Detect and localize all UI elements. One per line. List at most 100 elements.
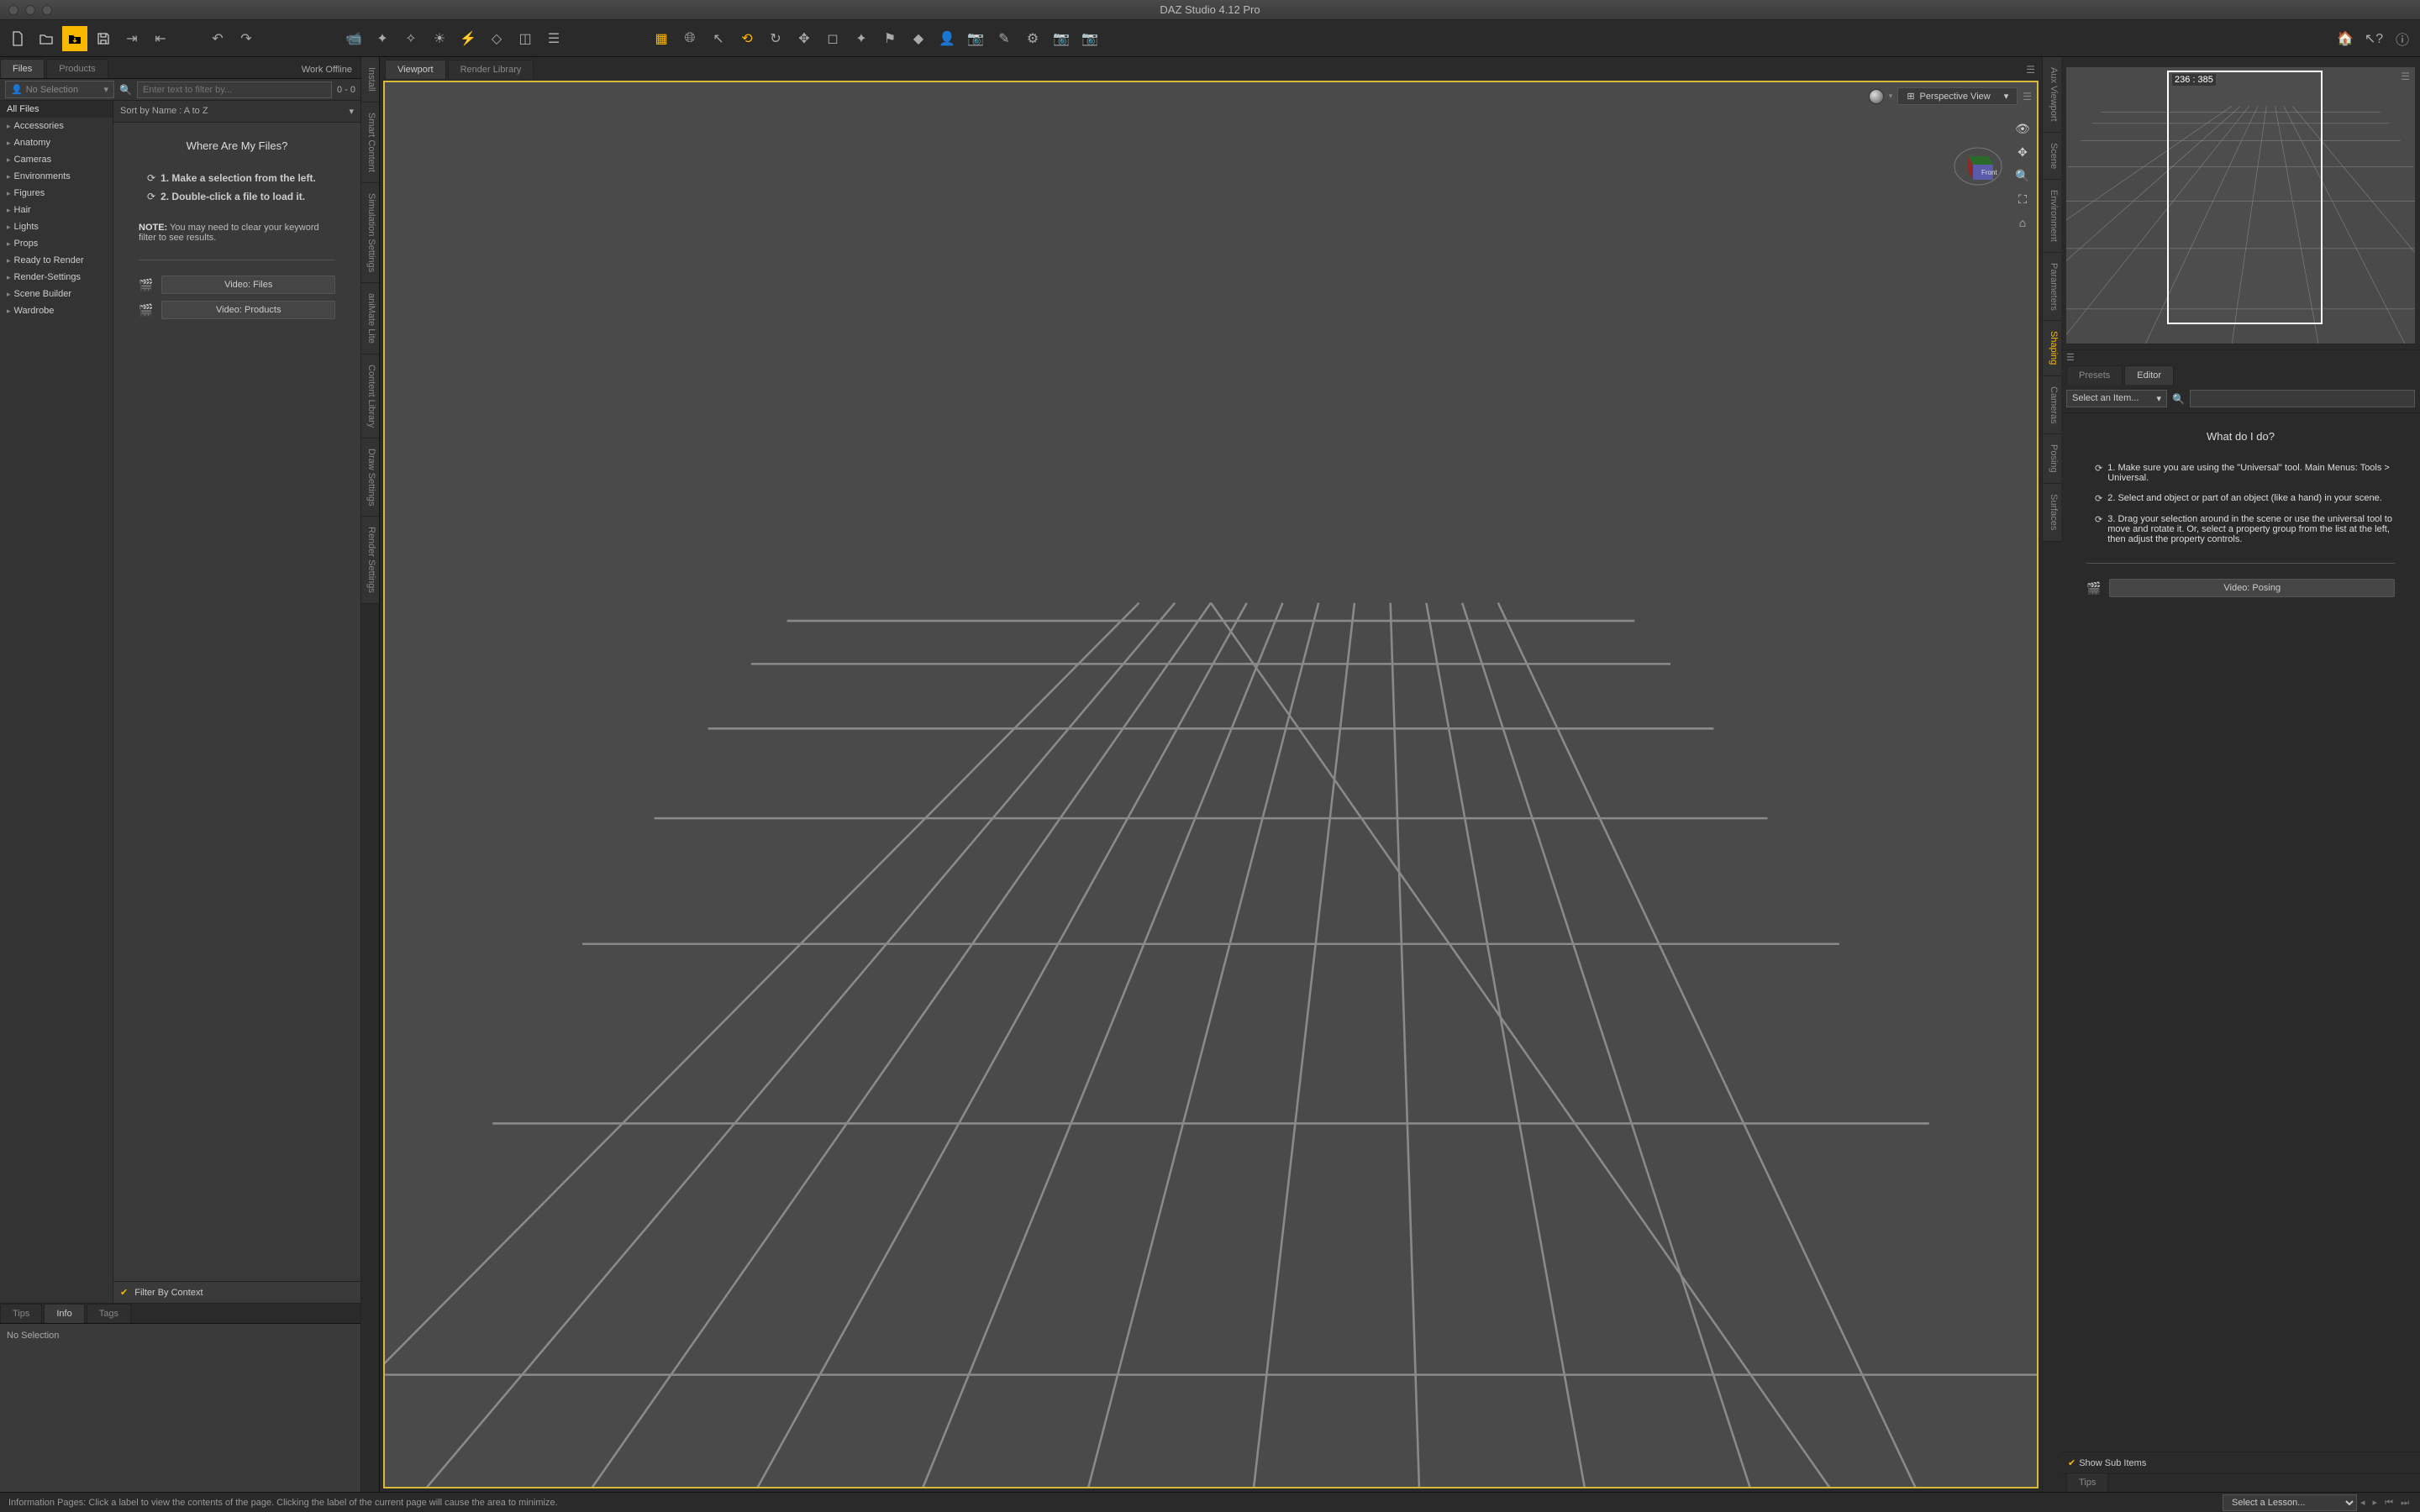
redo-icon[interactable]: ↷	[234, 26, 259, 51]
tab-editor[interactable]: Editor	[2124, 365, 2174, 385]
camera-tool-icon[interactable]: 📹	[341, 26, 366, 51]
view-cube[interactable]: Front	[1953, 141, 2003, 192]
param-handle-icon[interactable]: ☰	[2061, 350, 2420, 365]
work-offline-button[interactable]: Work Offline	[293, 61, 360, 78]
vtab-scene[interactable]: Scene	[2043, 133, 2061, 180]
spot-light-icon[interactable]: ✦	[370, 26, 395, 51]
import-icon[interactable]: ⇥	[119, 26, 145, 51]
vtab-aux-viewport[interactable]: Aux Viewport	[2043, 57, 2061, 133]
render-settings-icon[interactable]: 📷	[1049, 26, 1074, 51]
category-item[interactable]: Anatomy	[0, 134, 113, 151]
sort-row[interactable]: Sort by Name : A to Z▾	[113, 101, 360, 123]
new-file-icon[interactable]	[5, 26, 30, 51]
pan-icon[interactable]: ✥	[2013, 143, 2032, 161]
lesson-selector[interactable]: Select a Lesson... ◂ ▸ ⏮ ⏭	[2223, 1494, 2412, 1511]
export-icon[interactable]: ⇤	[148, 26, 173, 51]
null-icon[interactable]: ◇	[484, 26, 509, 51]
filter-input[interactable]	[137, 81, 332, 98]
grid-tool-icon[interactable]: ▦	[649, 26, 674, 51]
scale-tool-icon[interactable]: ◻	[820, 26, 845, 51]
vtab-surfaces[interactable]: Surfaces	[2043, 484, 2061, 541]
tab-tags[interactable]: Tags	[87, 1304, 131, 1323]
all-files-header[interactable]: All Files	[0, 101, 113, 118]
ipick-tool-icon[interactable]: ✎	[992, 26, 1017, 51]
category-item[interactable]: Scene Builder	[0, 286, 113, 302]
distant-light-icon[interactable]: ✧	[398, 26, 424, 51]
lesson-nav-icons[interactable]: ◂ ▸ ⏮ ⏭	[2360, 1497, 2412, 1509]
drawstyle-sphere-icon[interactable]	[1869, 89, 1884, 104]
tab-products[interactable]: Products	[46, 59, 108, 78]
panel-options-icon[interactable]: ☰	[2023, 91, 2032, 102]
linear-light-icon[interactable]: ⚡	[455, 26, 481, 51]
globe-tool-icon[interactable]: 🌐︎	[677, 26, 702, 51]
primitive-icon[interactable]: ◫	[513, 26, 538, 51]
aux-menu-icon[interactable]: ☰	[2401, 71, 2410, 82]
category-item[interactable]: Ready to Render	[0, 252, 113, 269]
help-pointer-icon[interactable]: ↖?	[2361, 26, 2386, 51]
universal-tool-icon[interactable]: ✦	[849, 26, 874, 51]
video-posing-button[interactable]: Video: Posing	[2109, 579, 2395, 597]
undo-icon[interactable]: ↶	[205, 26, 230, 51]
vtab-cameras[interactable]: Cameras	[2043, 376, 2061, 435]
vtab-smart-content[interactable]: Smart Content	[361, 102, 379, 183]
video-products-button[interactable]: Video: Products	[161, 301, 335, 319]
param-search-input[interactable]	[2190, 390, 2415, 407]
category-item[interactable]: Render-Settings	[0, 269, 113, 286]
vtab-content-library[interactable]: Content Library	[361, 354, 379, 438]
video-files-button[interactable]: Video: Files	[161, 276, 335, 294]
category-item[interactable]: Hair	[0, 202, 113, 218]
geometry-tool-icon[interactable]: ⚙	[1020, 26, 1045, 51]
vtab-posing[interactable]: Posing	[2043, 434, 2061, 484]
tab-info[interactable]: Info	[44, 1304, 84, 1323]
tab-tips-right[interactable]: Tips	[2066, 1473, 2108, 1492]
zoom-dot[interactable]	[42, 5, 52, 15]
category-item[interactable]: Props	[0, 235, 113, 252]
category-item[interactable]: Lights	[0, 218, 113, 235]
tab-tips[interactable]: Tips	[0, 1304, 42, 1323]
show-sub-items[interactable]: Show Sub Items	[2061, 1452, 2420, 1473]
reset-view-icon[interactable]: ⌂	[2013, 213, 2032, 232]
vtab-simulation-settings[interactable]: Simulation Settings	[361, 183, 379, 283]
view-dropdown[interactable]: ⊞Perspective View▾	[1897, 87, 2018, 105]
group-icon[interactable]: ☰	[541, 26, 566, 51]
panel-menu-icon[interactable]: ☰	[2019, 60, 2042, 79]
aux-viewport[interactable]: 236 : 385 ☰	[2066, 67, 2415, 344]
vtab-environment[interactable]: Environment	[2043, 180, 2061, 253]
category-item[interactable]: Cameras	[0, 151, 113, 168]
vtab-shaping[interactable]: Shaping	[2043, 321, 2061, 375]
tab-files[interactable]: Files	[0, 59, 45, 78]
minimize-dot[interactable]	[25, 5, 35, 15]
category-item[interactable]: Figures	[0, 185, 113, 202]
tab-viewport[interactable]: Viewport	[385, 60, 446, 79]
vtab-draw-settings[interactable]: Draw Settings	[361, 438, 379, 517]
spot-render-icon[interactable]: 📷	[963, 26, 988, 51]
vtab-animate-lite[interactable]: aniMate Lite	[361, 283, 379, 354]
tab-presets[interactable]: Presets	[2066, 365, 2123, 385]
help-icon[interactable]: ⓘ	[2390, 26, 2415, 51]
active-pointer-icon[interactable]: ⟲	[734, 26, 760, 51]
region-tool-icon[interactable]: 👤	[934, 26, 960, 51]
open-folder-icon[interactable]	[34, 26, 59, 51]
vtab-render-settings[interactable]: Render Settings	[361, 517, 379, 604]
rotate-tool-icon[interactable]: ↻	[763, 26, 788, 51]
point-light-icon[interactable]: ☀	[427, 26, 452, 51]
viewport[interactable]: ▾ ⊞Perspective View▾ ☰ 👁 ✥ 🔍 ⛶ ⌂ Front	[383, 81, 2039, 1488]
import-folder-icon[interactable]	[62, 26, 87, 51]
category-item[interactable]: Accessories	[0, 118, 113, 134]
select-item-dropdown[interactable]: Select an Item... ▾	[2066, 390, 2167, 407]
translate-tool-icon[interactable]: ✥	[792, 26, 817, 51]
tab-render-library[interactable]: Render Library	[448, 60, 534, 79]
filter-by-context[interactable]: Filter By Context	[113, 1281, 360, 1303]
selection-dropdown[interactable]: 👤No Selection▾	[5, 81, 114, 98]
pose-tool-icon[interactable]: ⚑	[877, 26, 902, 51]
vtab-install[interactable]: Install	[361, 57, 379, 102]
frame-icon[interactable]: ⛶	[2013, 190, 2032, 208]
orbit-icon[interactable]: 👁	[2013, 119, 2032, 138]
close-dot[interactable]	[8, 5, 18, 15]
vtab-parameters[interactable]: Parameters	[2043, 253, 2061, 322]
dolly-icon[interactable]: 🔍	[2013, 166, 2032, 185]
save-icon[interactable]	[91, 26, 116, 51]
category-item[interactable]: Wardrobe	[0, 302, 113, 319]
category-item[interactable]: Environments	[0, 168, 113, 185]
render-icon[interactable]: 📷	[1077, 26, 1102, 51]
